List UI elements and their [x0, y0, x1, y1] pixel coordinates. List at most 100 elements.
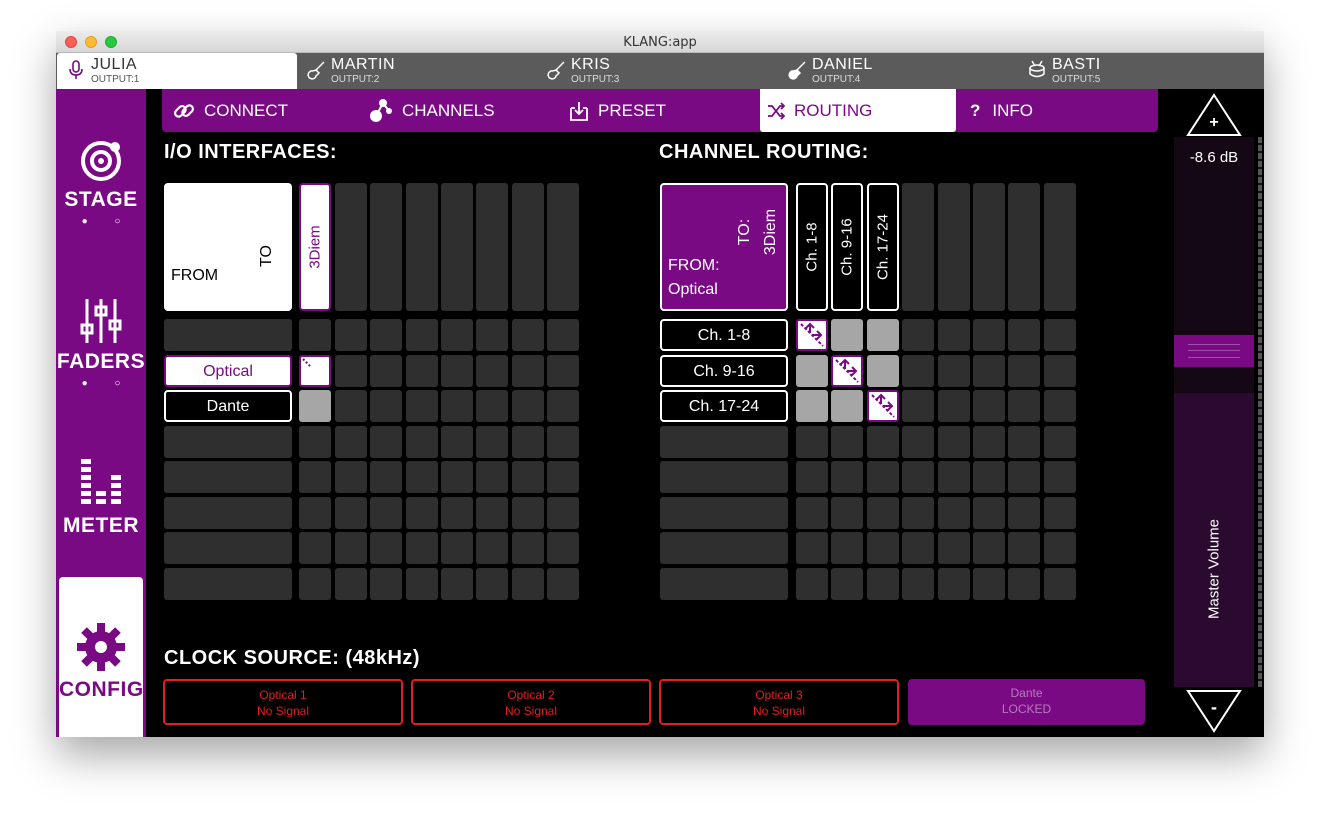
io-grid-cell[interactable]: [547, 497, 579, 529]
routing-grid-cell[interactable]: [1008, 390, 1040, 422]
musician-tab-martin[interactable]: MARTIN OUTPUT:2: [297, 53, 537, 89]
io-grid-cell[interactable]: [335, 532, 367, 564]
routing-grid-cell[interactable]: [938, 426, 970, 458]
io-grid-cell[interactable]: [335, 390, 367, 422]
tab-connect[interactable]: CONNECT: [170, 89, 360, 132]
io-grid-cell[interactable]: [406, 568, 438, 600]
routing-row-ch-17-24[interactable]: Ch. 17-24: [660, 390, 788, 422]
io-grid-cell[interactable]: [299, 426, 331, 458]
io-grid-cell[interactable]: [512, 319, 544, 351]
io-row-dante[interactable]: Dante: [164, 390, 292, 422]
routing-row-ch-9-16[interactable]: Ch. 9-16: [660, 355, 788, 387]
io-grid-cell[interactable]: [299, 319, 331, 351]
routing-grid-cell[interactable]: [831, 461, 863, 493]
routing-grid-cell[interactable]: [796, 532, 828, 564]
io-grid-cell[interactable]: [299, 355, 331, 387]
io-grid-cell[interactable]: [335, 461, 367, 493]
routing-grid-cell[interactable]: [867, 532, 899, 564]
routing-grid-cell[interactable]: [902, 426, 934, 458]
io-grid-cell[interactable]: [547, 355, 579, 387]
routing-grid-cell[interactable]: [1044, 532, 1076, 564]
routing-grid-cell[interactable]: [902, 461, 934, 493]
routing-grid-cell[interactable]: [1044, 319, 1076, 351]
io-grid-cell[interactable]: [547, 319, 579, 351]
routing-grid-cell[interactable]: [973, 319, 1005, 351]
io-grid-cell[interactable]: [335, 355, 367, 387]
clock-source-optical-2[interactable]: Optical 2 No Signal: [411, 679, 651, 725]
io-grid-cell[interactable]: [512, 426, 544, 458]
io-grid-cell[interactable]: [406, 319, 438, 351]
routing-grid-cell[interactable]: [1044, 426, 1076, 458]
io-grid-cell[interactable]: [476, 355, 508, 387]
io-column-3diem[interactable]: 3Diem: [299, 183, 331, 311]
routing-grid-cell[interactable]: [938, 532, 970, 564]
io-grid-cell[interactable]: [406, 390, 438, 422]
io-grid-cell[interactable]: [476, 426, 508, 458]
io-grid-cell[interactable]: [441, 532, 473, 564]
routing-grid-cell[interactable]: [902, 355, 934, 387]
routing-grid-cell[interactable]: [938, 461, 970, 493]
io-grid-cell[interactable]: [476, 390, 508, 422]
routing-grid-cell[interactable]: [938, 319, 970, 351]
routing-grid-cell[interactable]: [1008, 568, 1040, 600]
io-grid-cell[interactable]: [441, 319, 473, 351]
routing-grid-cell[interactable]: [831, 319, 863, 351]
io-grid-cell[interactable]: [370, 390, 402, 422]
routing-grid-cell[interactable]: [796, 426, 828, 458]
routing-grid-cell[interactable]: [796, 355, 828, 387]
routing-grid-cell[interactable]: [973, 390, 1005, 422]
routing-grid-cell[interactable]: [973, 426, 1005, 458]
tab-routing[interactable]: ROUTING: [760, 89, 956, 132]
io-grid-cell[interactable]: [547, 568, 579, 600]
routing-grid-cell[interactable]: [1044, 497, 1076, 529]
routing-grid-cell[interactable]: [796, 568, 828, 600]
io-grid-cell[interactable]: [441, 568, 473, 600]
routing-grid-cell[interactable]: [1044, 568, 1076, 600]
sidebar-item-faders[interactable]: FADERS ● ○: [56, 297, 146, 389]
routing-grid-cell[interactable]: [867, 390, 899, 422]
routing-grid-cell[interactable]: [867, 319, 899, 351]
volume-down-button[interactable]: -: [1186, 689, 1242, 733]
routing-grid-cell[interactable]: [1008, 355, 1040, 387]
io-grid-cell[interactable]: [370, 461, 402, 493]
io-grid-cell[interactable]: [476, 532, 508, 564]
io-grid-cell[interactable]: [406, 355, 438, 387]
routing-grid-cell[interactable]: [973, 568, 1005, 600]
io-grid-cell[interactable]: [547, 532, 579, 564]
sidebar-item-stage[interactable]: STAGE ● ○: [56, 139, 146, 227]
routing-column-ch-1-8[interactable]: Ch. 1-8: [796, 183, 828, 311]
io-grid-cell[interactable]: [299, 497, 331, 529]
io-grid-cell[interactable]: [406, 497, 438, 529]
io-grid-cell[interactable]: [370, 532, 402, 564]
tab-preset[interactable]: PRESET: [566, 89, 756, 132]
routing-grid-cell[interactable]: [867, 426, 899, 458]
io-grid-cell[interactable]: [370, 355, 402, 387]
routing-grid-cell[interactable]: [902, 390, 934, 422]
io-grid-cell[interactable]: [335, 319, 367, 351]
routing-grid-cell[interactable]: [1044, 461, 1076, 493]
io-grid-cell[interactable]: [512, 497, 544, 529]
routing-grid-cell[interactable]: [1044, 355, 1076, 387]
routing-grid-cell[interactable]: [867, 568, 899, 600]
io-grid-cell[interactable]: [406, 532, 438, 564]
io-grid-cell[interactable]: [299, 568, 331, 600]
io-grid-cell[interactable]: [476, 319, 508, 351]
routing-grid-cell[interactable]: [867, 461, 899, 493]
routing-grid-cell[interactable]: [831, 532, 863, 564]
clock-source-dante[interactable]: Dante LOCKED: [908, 679, 1145, 725]
io-grid-cell[interactable]: [441, 497, 473, 529]
tab-info[interactable]: ? INFO: [968, 89, 1148, 132]
io-grid-cell[interactable]: [370, 568, 402, 600]
io-grid-cell[interactable]: [512, 390, 544, 422]
routing-grid-cell[interactable]: [796, 390, 828, 422]
routing-grid-cell[interactable]: [1008, 532, 1040, 564]
io-grid-cell[interactable]: [512, 532, 544, 564]
routing-column-ch-9-16[interactable]: Ch. 9-16: [831, 183, 863, 311]
routing-grid-cell[interactable]: [1008, 319, 1040, 351]
volume-up-button[interactable]: +: [1186, 93, 1242, 137]
routing-grid-cell[interactable]: [938, 355, 970, 387]
io-grid-cell[interactable]: [512, 355, 544, 387]
musician-tab-kris[interactable]: KRIS OUTPUT:3: [537, 53, 777, 89]
io-grid-cell[interactable]: [370, 319, 402, 351]
io-grid-cell[interactable]: [547, 390, 579, 422]
